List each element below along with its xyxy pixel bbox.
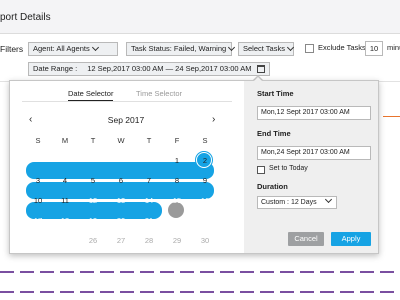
calendar-icon[interactable] xyxy=(257,65,265,73)
calendar-day[interactable]: 4 xyxy=(55,173,75,189)
calendar-day[interactable]: 5 xyxy=(83,173,103,189)
calendar-day[interactable]: 8 xyxy=(167,173,187,189)
weekday-label: W xyxy=(117,136,125,145)
calendar-day[interactable]: 13 xyxy=(111,193,131,209)
page-title: port Details xyxy=(0,12,51,23)
calendar-day[interactable]: 18 xyxy=(55,213,75,229)
chevron-down-icon xyxy=(91,43,99,52)
month-title: Sep 2017 xyxy=(107,115,145,125)
calendar-day[interactable]: 16 xyxy=(195,193,215,209)
chevron-down-icon xyxy=(228,43,236,52)
start-time-label: Start Time xyxy=(257,89,294,98)
calendar-day[interactable]: 22 xyxy=(167,213,187,229)
calendar-day[interactable]: 9 xyxy=(195,173,215,189)
select-tasks-select[interactable]: Select Tasks xyxy=(238,42,295,56)
calendar-panel: Date Selector Time Selector ‹ Sep 2017 ›… xyxy=(10,81,244,253)
calendar-day[interactable]: 30 xyxy=(195,233,215,249)
header-bar: port Details xyxy=(0,0,400,34)
chart-line-orange xyxy=(383,116,400,117)
calendar-day[interactable]: 29 xyxy=(167,233,187,249)
chevron-right-icon[interactable]: › xyxy=(212,114,215,125)
calendar-day[interactable]: 3 xyxy=(28,173,48,189)
filters-label: Filters xyxy=(0,44,24,54)
start-time-input[interactable]: Mon,12 Sept 2017 03:00 AM xyxy=(257,106,371,120)
tab-divider xyxy=(22,101,232,102)
chart-line-dashed xyxy=(0,291,400,293)
date-range-label: Date Range : xyxy=(33,64,78,73)
weekday-label: T xyxy=(146,136,152,145)
apply-button[interactable]: Apply xyxy=(331,232,371,246)
chevron-down-icon xyxy=(286,43,295,52)
set-to-today-checkbox[interactable] xyxy=(257,166,265,174)
calendar-day[interactable]: 28 xyxy=(139,233,159,249)
cancel-button[interactable]: Cancel xyxy=(288,232,324,246)
calendar-day[interactable]: 12 xyxy=(83,193,103,209)
tab-date-selector[interactable]: Date Selector xyxy=(68,89,114,101)
calendar-day[interactable]: 15 xyxy=(167,193,187,209)
end-time-label: End Time xyxy=(257,129,291,138)
exclude-tasks-checkbox[interactable] xyxy=(305,44,314,53)
chevron-left-icon[interactable]: ‹ xyxy=(29,114,32,125)
calendar-day[interactable]: 27 xyxy=(111,233,131,249)
date-range-popup: Date Selector Time Selector ‹ Sep 2017 ›… xyxy=(9,80,379,254)
agent-select-label: Agent: All Agents xyxy=(33,44,90,53)
weekday-label: T xyxy=(90,136,96,145)
set-to-today-label: Set to Today xyxy=(269,165,308,172)
popup-pointer-fill xyxy=(253,77,263,82)
select-tasks-label: Select Tasks xyxy=(243,44,285,53)
weekday-label: F xyxy=(174,136,180,145)
weekday-label: S xyxy=(35,136,41,145)
calendar-day[interactable]: 19 xyxy=(83,213,103,229)
calendar-day[interactable]: 25 xyxy=(55,233,75,249)
agent-select[interactable]: Agent: All Agents xyxy=(28,42,118,56)
exclude-minutes-input[interactable]: 10 xyxy=(365,41,383,56)
filter-bar: Filters Agent: All Agents Task Status: F… xyxy=(0,34,400,82)
chevron-down-icon xyxy=(324,195,333,204)
date-range-field[interactable]: Date Range : 12 Sep,2017 03:00 AM — 24 Se… xyxy=(28,62,270,76)
calendar-day[interactable]: 23 xyxy=(195,213,215,229)
weekday-label: S xyxy=(202,136,208,145)
weekday-label: M xyxy=(61,136,69,145)
tab-time-selector[interactable]: Time Selector xyxy=(136,89,182,98)
calendar-day[interactable]: 10 xyxy=(28,193,48,209)
minutes-label: minu xyxy=(387,43,400,52)
calendar-day[interactable]: 2 xyxy=(195,153,215,169)
end-time-input[interactable]: Mon,24 Sept 2017 03:00 AM xyxy=(257,146,371,160)
calendar-day[interactable]: 11 xyxy=(55,193,75,209)
task-status-select[interactable]: Task Status: Failed, Warning xyxy=(126,42,236,56)
calendar-day[interactable]: 24 xyxy=(28,233,48,249)
calendar-day[interactable]: 20 xyxy=(111,213,131,229)
duration-select[interactable]: Custom : 12 Days xyxy=(257,195,337,209)
calendar-day[interactable]: 17 xyxy=(28,213,48,229)
calendar-day[interactable]: 26 xyxy=(83,233,103,249)
duration-value: Custom : 12 Days xyxy=(261,199,317,206)
chart-line-dashed xyxy=(0,271,400,273)
task-status-label: Task Status: Failed, Warning xyxy=(131,44,227,53)
calendar-day[interactable]: 6 xyxy=(111,173,131,189)
date-range-value: 12 Sep,2017 03:00 AM — 24 Sep,2017 03:00… xyxy=(87,64,252,73)
calendar-day[interactable]: 14 xyxy=(139,193,159,209)
duration-label: Duration xyxy=(257,182,288,191)
calendar-day[interactable]: 7 xyxy=(139,173,159,189)
calendar-day[interactable]: 1 xyxy=(167,153,187,169)
calendar-day[interactable]: 21 xyxy=(139,213,159,229)
